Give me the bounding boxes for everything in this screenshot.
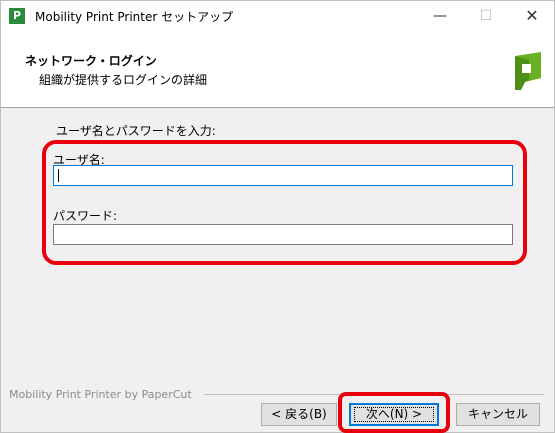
maximize-button[interactable]: ☐: [463, 1, 509, 31]
username-field[interactable]: [53, 165, 513, 186]
fields-highlight-box: [42, 140, 527, 265]
title-bar: P Mobility Print Printer セットアップ — ☐ ✕: [1, 1, 554, 31]
page-title: ネットワーク・ログイン: [25, 54, 157, 68]
setup-window: P Mobility Print Printer セットアップ — ☐ ✕ ネッ…: [0, 0, 555, 433]
cancel-button[interactable]: キャンセル: [456, 403, 540, 426]
brand-footer-text: Mobility Print Printer by PaperCut: [9, 388, 192, 401]
page-subtitle: 組織が提供するログインの詳細: [39, 73, 208, 87]
app-icon: P: [9, 8, 25, 24]
window-title: Mobility Print Printer セットアップ: [35, 10, 234, 24]
credentials-prompt: ユーザ名とパスワードを入力:: [56, 124, 216, 138]
text-caret: [58, 169, 59, 182]
password-label: パスワード:: [53, 209, 118, 223]
next-button[interactable]: 次へ(N) >: [349, 403, 439, 426]
papercut-logo-icon: [515, 52, 541, 90]
footer-divider: [204, 394, 544, 395]
minimize-button[interactable]: —: [417, 1, 463, 31]
wizard-header: ネットワーク・ログイン 組織が提供するログインの詳細: [1, 31, 554, 108]
password-field[interactable]: [53, 224, 513, 245]
focus-rect: [354, 407, 434, 422]
back-button[interactable]: < 戻る(B): [261, 403, 337, 426]
close-button[interactable]: ✕: [509, 1, 555, 31]
